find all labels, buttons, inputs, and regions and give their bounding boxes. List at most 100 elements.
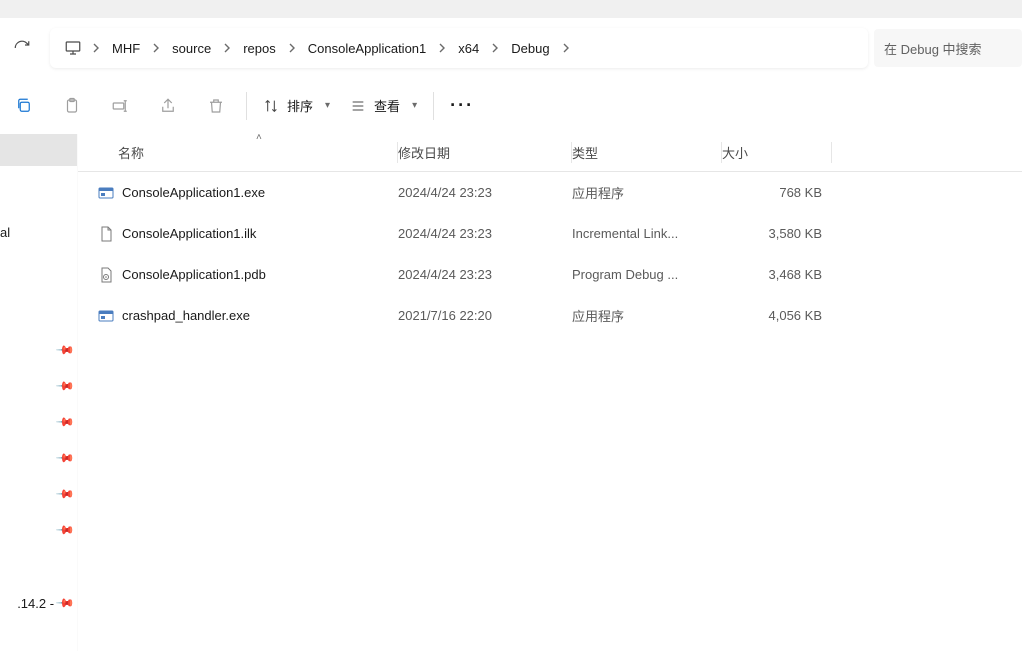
file-type: 应用程序 xyxy=(572,183,722,202)
file-icon xyxy=(98,226,114,242)
file-date: 2024/4/24 23:23 xyxy=(398,267,572,282)
file-date: 2024/4/24 23:23 xyxy=(398,185,572,200)
sort-caret-icon: ˄ xyxy=(256,132,262,143)
clipboard-icon xyxy=(63,97,81,115)
tab-strip xyxy=(0,0,1022,18)
chevron-right-icon[interactable] xyxy=(487,40,503,56)
file-icon xyxy=(98,308,114,324)
command-bar: 排序 ▾ 查看 ▾ ··· xyxy=(0,78,1022,134)
column-type[interactable]: 类型 xyxy=(572,134,722,171)
sort-button[interactable]: 排序 ▾ xyxy=(253,86,340,126)
file-type: Incremental Link... xyxy=(572,226,722,241)
refresh-icon xyxy=(13,39,31,57)
rename-icon xyxy=(110,97,130,115)
more-button[interactable]: ··· xyxy=(440,86,484,126)
pin-icon: 📌 xyxy=(55,376,75,396)
column-separator[interactable] xyxy=(831,142,832,163)
pin-icon: 📌 xyxy=(55,520,75,540)
address-row: MHF source repos ConsoleApplication1 x64… xyxy=(0,18,1022,78)
separator xyxy=(433,92,434,120)
table-row[interactable]: ConsoleApplication1.exe 2024/4/24 23:23 … xyxy=(78,172,1022,213)
file-size: 768 KB xyxy=(722,185,832,200)
body-area: al 📌 📌 📌 📌 📌 📌 .14.2 - 📌 名称 ˄ 修改日期 xyxy=(0,134,1022,651)
breadcrumb-bar[interactable]: MHF source repos ConsoleApplication1 x64… xyxy=(50,28,868,68)
sort-label: 排序 xyxy=(287,96,313,115)
refresh-button[interactable] xyxy=(0,18,44,78)
sidebar-item-label: al xyxy=(0,225,10,240)
breadcrumb-item[interactable]: Debug xyxy=(503,37,557,60)
breadcrumb-item[interactable]: MHF xyxy=(104,37,148,60)
column-date[interactable]: 修改日期 xyxy=(398,134,572,171)
view-icon xyxy=(350,98,366,114)
breadcrumb-item[interactable]: x64 xyxy=(450,37,487,60)
sidebar-item-label: .14.2 - xyxy=(17,596,54,611)
file-name: ConsoleApplication1.exe xyxy=(122,185,265,200)
sidebar-item-pinned[interactable]: 📌 xyxy=(0,406,77,438)
share-icon xyxy=(159,97,177,115)
files-area: 名称 ˄ 修改日期 类型 大小 ConsoleApplication1.exe xyxy=(78,134,1022,651)
search-placeholder: 在 Debug 中搜索 xyxy=(884,39,982,58)
file-size: 3,468 KB xyxy=(722,267,832,282)
sidebar-item[interactable]: al xyxy=(0,216,77,248)
chevron-right-icon[interactable] xyxy=(148,40,164,56)
sidebar-item-version[interactable]: .14.2 - 📌 xyxy=(0,587,77,619)
chevron-right-icon[interactable] xyxy=(88,40,104,56)
file-size: 4,056 KB xyxy=(722,308,832,323)
separator xyxy=(246,92,247,120)
sidebar-item-pinned[interactable]: 📌 xyxy=(0,478,77,510)
chevron-right-icon[interactable] xyxy=(434,40,450,56)
file-icon xyxy=(98,185,114,201)
file-name: crashpad_handler.exe xyxy=(122,308,250,323)
column-name-label: 名称 xyxy=(118,143,144,162)
pin-icon: 📌 xyxy=(55,448,75,468)
breadcrumb-item[interactable]: repos xyxy=(235,37,284,60)
table-row[interactable]: ConsoleApplication1.ilk 2024/4/24 23:23 … xyxy=(78,213,1022,254)
file-name: ConsoleApplication1.pdb xyxy=(122,267,266,282)
column-size-label: 大小 xyxy=(722,143,748,162)
breadcrumb-item[interactable]: source xyxy=(164,37,219,60)
chevron-down-icon: ▾ xyxy=(325,100,330,111)
file-size: 3,580 KB xyxy=(722,226,832,241)
file-type: 应用程序 xyxy=(572,306,722,325)
view-label: 查看 xyxy=(374,96,400,115)
sidebar-item-pinned[interactable]: 📌 xyxy=(0,442,77,474)
sidebar-item[interactable] xyxy=(0,619,77,651)
pin-icon: 📌 xyxy=(55,484,75,504)
chevron-right-icon[interactable] xyxy=(284,40,300,56)
search-input[interactable]: 在 Debug 中搜索 xyxy=(874,29,1022,67)
sidebar-item-selected[interactable] xyxy=(0,134,77,166)
paste-button[interactable] xyxy=(48,86,96,126)
monitor-icon xyxy=(64,39,82,57)
cut-button[interactable] xyxy=(0,86,48,126)
pin-icon: 📌 xyxy=(55,340,75,360)
sidebar-item-pinned[interactable]: 📌 xyxy=(0,334,77,366)
pin-icon: 📌 xyxy=(55,593,75,613)
sidebar: al 📌 📌 📌 📌 📌 📌 .14.2 - 📌 xyxy=(0,134,78,651)
file-name: ConsoleApplication1.ilk xyxy=(122,226,256,241)
table-row[interactable]: crashpad_handler.exe 2021/7/16 22:20 应用程… xyxy=(78,295,1022,336)
sidebar-item-pinned[interactable]: 📌 xyxy=(0,370,77,402)
column-name[interactable]: 名称 ˄ xyxy=(78,134,398,171)
file-date: 2021/7/16 22:20 xyxy=(398,308,572,323)
chevron-right-icon[interactable] xyxy=(558,40,574,56)
file-type: Program Debug ... xyxy=(572,267,722,282)
trash-icon xyxy=(207,97,225,115)
copy-icon xyxy=(15,97,33,115)
breadcrumb-item[interactable]: ConsoleApplication1 xyxy=(300,37,435,60)
file-date: 2024/4/24 23:23 xyxy=(398,226,572,241)
pin-icon: 📌 xyxy=(55,412,75,432)
column-size[interactable]: 大小 xyxy=(722,134,832,171)
breadcrumb: MHF source repos ConsoleApplication1 x64… xyxy=(104,37,574,60)
chevron-down-icon: ▾ xyxy=(412,100,417,111)
share-button[interactable] xyxy=(144,86,192,126)
file-icon xyxy=(98,267,114,283)
rename-button[interactable] xyxy=(96,86,144,126)
table-row[interactable]: ConsoleApplication1.pdb 2024/4/24 23:23 … xyxy=(78,254,1022,295)
file-list: ConsoleApplication1.exe 2024/4/24 23:23 … xyxy=(78,172,1022,336)
column-date-label: 修改日期 xyxy=(398,143,450,162)
view-button[interactable]: 查看 ▾ xyxy=(340,86,427,126)
delete-button[interactable] xyxy=(192,86,240,126)
more-icon: ··· xyxy=(450,95,474,116)
sidebar-item-pinned[interactable]: 📌 xyxy=(0,514,77,546)
chevron-right-icon[interactable] xyxy=(219,40,235,56)
